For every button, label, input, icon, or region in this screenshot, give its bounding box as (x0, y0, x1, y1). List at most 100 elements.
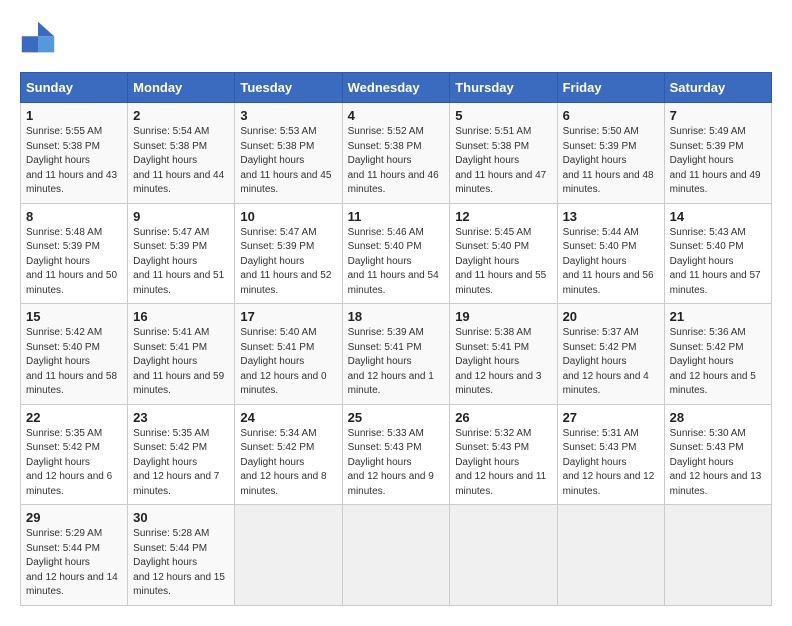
day-info: Sunrise: 5:47 AMSunset: 5:39 PMDaylight … (133, 226, 229, 299)
calendar-cell: 30 Sunrise: 5:28 AMSunset: 5:44 PMDaylig… (128, 505, 235, 606)
day-number: 28 (670, 410, 766, 425)
calendar-cell: 11 Sunrise: 5:46 AMSunset: 5:40 PMDaylig… (342, 203, 450, 304)
day-info: Sunrise: 5:36 AMSunset: 5:42 PMDaylight … (670, 326, 766, 399)
calendar-cell: 14 Sunrise: 5:43 AMSunset: 5:40 PMDaylig… (664, 203, 771, 304)
day-info: Sunrise: 5:53 AMSunset: 5:38 PMDaylight … (240, 125, 336, 198)
day-number: 7 (670, 108, 766, 123)
day-info: Sunrise: 5:34 AMSunset: 5:42 PMDaylight … (240, 427, 336, 500)
calendar-cell (450, 505, 557, 606)
day-number: 5 (455, 108, 551, 123)
weekday-header: Saturday (664, 73, 771, 103)
day-info: Sunrise: 5:28 AMSunset: 5:44 PMDaylight … (133, 527, 229, 600)
day-number: 4 (348, 108, 445, 123)
day-number: 10 (240, 209, 336, 224)
calendar-header-row: SundayMondayTuesdayWednesdayThursdayFrid… (21, 73, 772, 103)
day-number: 9 (133, 209, 229, 224)
day-number: 11 (348, 209, 445, 224)
calendar-cell: 3 Sunrise: 5:53 AMSunset: 5:38 PMDayligh… (235, 103, 342, 204)
calendar-cell: 1 Sunrise: 5:55 AMSunset: 5:38 PMDayligh… (21, 103, 128, 204)
calendar-cell: 12 Sunrise: 5:45 AMSunset: 5:40 PMDaylig… (450, 203, 557, 304)
day-info: Sunrise: 5:29 AMSunset: 5:44 PMDaylight … (26, 527, 122, 600)
calendar-cell: 18 Sunrise: 5:39 AMSunset: 5:41 PMDaylig… (342, 304, 450, 405)
calendar-cell: 8 Sunrise: 5:48 AMSunset: 5:39 PMDayligh… (21, 203, 128, 304)
calendar-cell: 6 Sunrise: 5:50 AMSunset: 5:39 PMDayligh… (557, 103, 664, 204)
day-info: Sunrise: 5:50 AMSunset: 5:39 PMDaylight … (563, 125, 659, 198)
logo-icon (20, 20, 56, 56)
calendar-week-row: 15 Sunrise: 5:42 AMSunset: 5:40 PMDaylig… (21, 304, 772, 405)
day-info: Sunrise: 5:41 AMSunset: 5:41 PMDaylight … (133, 326, 229, 399)
day-info: Sunrise: 5:33 AMSunset: 5:43 PMDaylight … (348, 427, 445, 500)
day-info: Sunrise: 5:35 AMSunset: 5:42 PMDaylight … (26, 427, 122, 500)
day-number: 14 (670, 209, 766, 224)
day-info: Sunrise: 5:45 AMSunset: 5:40 PMDaylight … (455, 226, 551, 299)
day-info: Sunrise: 5:30 AMSunset: 5:43 PMDaylight … (670, 427, 766, 500)
calendar-cell: 5 Sunrise: 5:51 AMSunset: 5:38 PMDayligh… (450, 103, 557, 204)
weekday-header: Friday (557, 73, 664, 103)
day-number: 30 (133, 510, 229, 525)
day-info: Sunrise: 5:46 AMSunset: 5:40 PMDaylight … (348, 226, 445, 299)
calendar-cell: 2 Sunrise: 5:54 AMSunset: 5:38 PMDayligh… (128, 103, 235, 204)
day-info: Sunrise: 5:48 AMSunset: 5:39 PMDaylight … (26, 226, 122, 299)
day-number: 22 (26, 410, 122, 425)
calendar-week-row: 1 Sunrise: 5:55 AMSunset: 5:38 PMDayligh… (21, 103, 772, 204)
calendar-week-row: 29 Sunrise: 5:29 AMSunset: 5:44 PMDaylig… (21, 505, 772, 606)
calendar-cell: 29 Sunrise: 5:29 AMSunset: 5:44 PMDaylig… (21, 505, 128, 606)
day-number: 18 (348, 309, 445, 324)
day-number: 8 (26, 209, 122, 224)
calendar-cell: 28 Sunrise: 5:30 AMSunset: 5:43 PMDaylig… (664, 404, 771, 505)
day-number: 13 (563, 209, 659, 224)
day-number: 17 (240, 309, 336, 324)
day-number: 6 (563, 108, 659, 123)
day-number: 27 (563, 410, 659, 425)
day-number: 23 (133, 410, 229, 425)
day-info: Sunrise: 5:44 AMSunset: 5:40 PMDaylight … (563, 226, 659, 299)
day-info: Sunrise: 5:40 AMSunset: 5:41 PMDaylight … (240, 326, 336, 399)
calendar-cell: 13 Sunrise: 5:44 AMSunset: 5:40 PMDaylig… (557, 203, 664, 304)
calendar-cell: 24 Sunrise: 5:34 AMSunset: 5:42 PMDaylig… (235, 404, 342, 505)
calendar-cell: 4 Sunrise: 5:52 AMSunset: 5:38 PMDayligh… (342, 103, 450, 204)
day-info: Sunrise: 5:37 AMSunset: 5:42 PMDaylight … (563, 326, 659, 399)
day-info: Sunrise: 5:31 AMSunset: 5:43 PMDaylight … (563, 427, 659, 500)
calendar-cell (664, 505, 771, 606)
day-number: 1 (26, 108, 122, 123)
calendar-body: 1 Sunrise: 5:55 AMSunset: 5:38 PMDayligh… (21, 103, 772, 606)
page-header (20, 20, 772, 56)
weekday-header: Tuesday (235, 73, 342, 103)
day-number: 29 (26, 510, 122, 525)
day-info: Sunrise: 5:43 AMSunset: 5:40 PMDaylight … (670, 226, 766, 299)
calendar-cell: 20 Sunrise: 5:37 AMSunset: 5:42 PMDaylig… (557, 304, 664, 405)
calendar-cell: 25 Sunrise: 5:33 AMSunset: 5:43 PMDaylig… (342, 404, 450, 505)
calendar-week-row: 8 Sunrise: 5:48 AMSunset: 5:39 PMDayligh… (21, 203, 772, 304)
logo (20, 20, 60, 56)
day-number: 24 (240, 410, 336, 425)
day-info: Sunrise: 5:54 AMSunset: 5:38 PMDaylight … (133, 125, 229, 198)
calendar-cell: 21 Sunrise: 5:36 AMSunset: 5:42 PMDaylig… (664, 304, 771, 405)
day-info: Sunrise: 5:38 AMSunset: 5:41 PMDaylight … (455, 326, 551, 399)
day-number: 3 (240, 108, 336, 123)
day-info: Sunrise: 5:42 AMSunset: 5:40 PMDaylight … (26, 326, 122, 399)
calendar-cell: 16 Sunrise: 5:41 AMSunset: 5:41 PMDaylig… (128, 304, 235, 405)
day-number: 26 (455, 410, 551, 425)
weekday-header: Thursday (450, 73, 557, 103)
day-info: Sunrise: 5:39 AMSunset: 5:41 PMDaylight … (348, 326, 445, 399)
day-number: 12 (455, 209, 551, 224)
calendar-cell (235, 505, 342, 606)
day-info: Sunrise: 5:55 AMSunset: 5:38 PMDaylight … (26, 125, 122, 198)
day-number: 16 (133, 309, 229, 324)
calendar-cell (557, 505, 664, 606)
day-info: Sunrise: 5:51 AMSunset: 5:38 PMDaylight … (455, 125, 551, 198)
day-number: 19 (455, 309, 551, 324)
calendar-week-row: 22 Sunrise: 5:35 AMSunset: 5:42 PMDaylig… (21, 404, 772, 505)
calendar-table: SundayMondayTuesdayWednesdayThursdayFrid… (20, 72, 772, 606)
day-info: Sunrise: 5:49 AMSunset: 5:39 PMDaylight … (670, 125, 766, 198)
calendar-cell: 27 Sunrise: 5:31 AMSunset: 5:43 PMDaylig… (557, 404, 664, 505)
calendar-cell: 9 Sunrise: 5:47 AMSunset: 5:39 PMDayligh… (128, 203, 235, 304)
calendar-cell: 17 Sunrise: 5:40 AMSunset: 5:41 PMDaylig… (235, 304, 342, 405)
weekday-header: Sunday (21, 73, 128, 103)
day-number: 25 (348, 410, 445, 425)
weekday-header: Wednesday (342, 73, 450, 103)
day-number: 2 (133, 108, 229, 123)
day-info: Sunrise: 5:47 AMSunset: 5:39 PMDaylight … (240, 226, 336, 299)
calendar-cell: 10 Sunrise: 5:47 AMSunset: 5:39 PMDaylig… (235, 203, 342, 304)
calendar-cell: 19 Sunrise: 5:38 AMSunset: 5:41 PMDaylig… (450, 304, 557, 405)
